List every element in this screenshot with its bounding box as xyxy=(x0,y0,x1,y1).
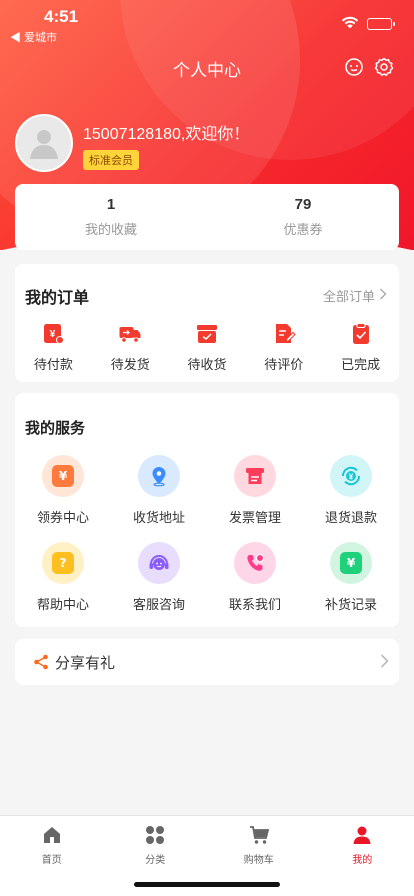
order-pending-shipment[interactable]: 待发货 xyxy=(92,322,169,373)
service-customer-support[interactable]: 客服咨询 xyxy=(111,542,207,613)
order-label: 待付款 xyxy=(33,358,73,373)
order-label: 待评价 xyxy=(264,358,304,373)
service-coupon-center[interactable]: ¥ 领券中心 xyxy=(15,455,111,526)
back-to-app-link[interactable]: ◀ 爱城市 xyxy=(10,29,57,45)
member-level-badge: 标准会员 xyxy=(83,150,139,170)
services-card: 我的服务 ¥ 领券中心 收货地址 发票管理 ¥ 退货退款 ? 帮助中心 客服咨询… xyxy=(15,393,399,627)
status-time: 4:51 xyxy=(44,7,79,26)
home-icon xyxy=(42,825,62,845)
service-address[interactable]: 收货地址 xyxy=(111,455,207,526)
service-refund[interactable]: ¥ 退货退款 xyxy=(303,455,399,526)
order-status-row: ¥ 待付款 待发货 待收货 待评价 已完成 xyxy=(15,322,399,373)
customer-service-icon xyxy=(138,542,180,584)
service-label: 发票管理 xyxy=(228,511,281,526)
stat-value: 1 xyxy=(106,196,116,213)
share-icon xyxy=(33,654,49,670)
all-orders-label: 全部订单 xyxy=(322,290,375,305)
tab-label: 分类 xyxy=(145,855,166,866)
coupon-icon: ¥ xyxy=(42,455,84,497)
svg-text:¥: ¥ xyxy=(50,329,56,340)
service-restock-records[interactable]: ¥ 补货记录 xyxy=(303,542,399,613)
tab-mine[interactable]: 我的 xyxy=(311,816,414,896)
review-icon xyxy=(272,322,296,346)
service-label: 领券中心 xyxy=(36,511,89,526)
refund-icon: ¥ xyxy=(330,455,372,497)
stat-coupons[interactable]: 79 优惠券 xyxy=(207,184,399,250)
stats-card: 1 我的收藏 79 优惠券 xyxy=(15,184,399,250)
cart-icon xyxy=(249,825,269,845)
share-gift-row[interactable]: 分享有礼 xyxy=(15,639,399,685)
order-pending-receipt[interactable]: 待收货 xyxy=(169,322,246,373)
stat-value: 79 xyxy=(294,196,312,213)
status-bar: 4:51 ◀ 爱城市 xyxy=(0,0,414,44)
service-help[interactable]: ? 帮助中心 xyxy=(15,542,111,613)
package-icon xyxy=(195,322,219,346)
service-label: 补货记录 xyxy=(324,598,377,613)
order-label: 待收货 xyxy=(187,358,227,373)
settings-icon[interactable] xyxy=(374,57,394,77)
service-invoice[interactable]: 发票管理 xyxy=(207,455,303,526)
help-icon: ? xyxy=(42,542,84,584)
order-pending-review[interactable]: 待评价 xyxy=(245,322,322,373)
stat-label: 我的收藏 xyxy=(84,223,137,238)
truck-icon xyxy=(118,322,142,346)
phone-icon xyxy=(234,542,276,584)
service-label: 客服咨询 xyxy=(132,598,185,613)
tab-home[interactable]: 首页 xyxy=(0,816,104,896)
orders-title: 我的订单 xyxy=(25,288,90,307)
user-profile[interactable]: 15007128180,欢迎你！ 标准会员 xyxy=(15,114,249,172)
svg-text:¥: ¥ xyxy=(349,472,354,481)
profile-info: 15007128180,欢迎你！ 标准会员 xyxy=(83,120,249,170)
tab-label: 我的 xyxy=(352,855,373,866)
services-title: 我的服务 xyxy=(25,419,86,437)
share-label: 分享有礼 xyxy=(55,653,116,672)
order-completed[interactable]: 已完成 xyxy=(322,322,399,373)
chevron-right-icon xyxy=(379,288,387,304)
chevron-right-icon xyxy=(380,653,389,673)
location-icon xyxy=(138,455,180,497)
services-grid: ¥ 领券中心 收货地址 发票管理 ¥ 退货退款 ? 帮助中心 客服咨询 联系我们… xyxy=(15,455,399,613)
tab-label: 首页 xyxy=(41,855,62,866)
welcome-text: 15007128180,欢迎你！ xyxy=(83,126,250,143)
wifi-icon xyxy=(341,14,359,33)
stat-label: 优惠券 xyxy=(283,223,323,238)
user-icon xyxy=(352,825,372,845)
order-label: 待发货 xyxy=(110,358,150,373)
avatar[interactable] xyxy=(15,114,73,172)
service-contact-us[interactable]: 联系我们 xyxy=(207,542,303,613)
tab-label: 购物车 xyxy=(243,855,274,866)
category-icon xyxy=(145,825,165,845)
battery-icon xyxy=(367,17,395,30)
completed-icon xyxy=(349,322,373,346)
restock-icon: ¥ xyxy=(330,542,372,584)
service-label: 帮助中心 xyxy=(36,598,89,613)
message-icon[interactable] xyxy=(344,57,364,77)
home-indicator xyxy=(134,882,280,887)
order-label: 已完成 xyxy=(341,358,381,373)
invoice-icon xyxy=(234,455,276,497)
status-indicators xyxy=(341,14,395,33)
header-actions xyxy=(344,57,394,77)
service-label: 收货地址 xyxy=(132,511,185,526)
service-label: 退货退款 xyxy=(324,511,377,526)
pending-payment-icon: ¥ xyxy=(41,322,65,346)
orders-card: 我的订单 全部订单 ¥ 待付款 待发货 待收货 待评价 已完成 xyxy=(15,264,399,382)
stat-favorites[interactable]: 1 我的收藏 xyxy=(15,184,207,250)
service-label: 联系我们 xyxy=(228,598,281,613)
order-pending-payment[interactable]: ¥ 待付款 xyxy=(15,322,92,373)
all-orders-link[interactable]: 全部订单 xyxy=(323,286,387,305)
